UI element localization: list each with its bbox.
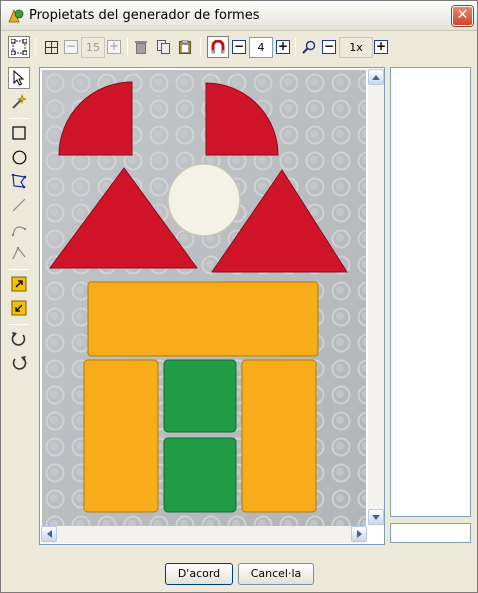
select-nodes-icon[interactable] (8, 36, 30, 58)
tool-separator (9, 269, 29, 270)
zoom-in-button[interactable]: + (374, 36, 388, 58)
tool-separator (9, 324, 29, 325)
toolbar: − 15 + − 4 + − 1x + (1, 32, 477, 62)
grid-decrease-button[interactable]: − (64, 36, 78, 58)
plus-label: + (276, 39, 290, 54)
magnet-value-field[interactable]: 4 (249, 36, 273, 58)
ok-button[interactable]: D'acord (165, 563, 233, 585)
magic-wand-icon[interactable] (8, 91, 30, 113)
scroll-up-icon[interactable] (368, 69, 384, 85)
magnet-decrease-button[interactable]: − (232, 36, 246, 58)
minus-label: − (64, 39, 78, 54)
grid-count-value: 15 (81, 36, 105, 58)
shrink-icon[interactable] (8, 297, 30, 319)
canvas-image (42, 70, 366, 526)
title-bar: Propietats del generador de formes ✕ (1, 1, 477, 31)
toolbar-separator (127, 38, 128, 56)
horizontal-scrollbar[interactable] (41, 526, 367, 543)
dialog-window: Propietats del generador de formes ✕ − 1… (0, 0, 478, 593)
scroll-left-icon[interactable] (41, 526, 57, 542)
enlarge-icon[interactable] (8, 273, 30, 295)
polygon-icon[interactable] (8, 170, 30, 192)
scroll-down-icon[interactable] (368, 509, 384, 525)
grid-increase-button[interactable]: + (107, 36, 121, 58)
zoom-icon[interactable] (300, 36, 318, 58)
grid-icon[interactable] (42, 36, 60, 58)
vertical-scrollbar[interactable] (368, 69, 384, 525)
ellipse-icon[interactable] (8, 146, 30, 168)
shape-canvas[interactable] (39, 67, 385, 545)
window-title: Propietats del generador de formes (29, 8, 260, 23)
close-button[interactable]: ✕ (452, 6, 473, 26)
line-icon[interactable] (8, 194, 30, 216)
minus-label: − (232, 39, 246, 54)
shape-name-field[interactable] (390, 523, 471, 543)
polyline-icon[interactable] (8, 242, 30, 264)
toolbar-separator (35, 38, 36, 56)
toolbar-separator (200, 38, 201, 56)
scroll-right-icon[interactable] (351, 526, 367, 542)
trash-icon[interactable] (133, 36, 149, 58)
minus-label: − (322, 39, 336, 54)
tool-palette (7, 67, 31, 547)
zoom-value-field[interactable]: 1x (339, 36, 373, 58)
zoom-value: 1x (339, 36, 373, 58)
rotate-cw-icon[interactable] (8, 328, 30, 350)
cancel-button[interactable]: Cancel·la (238, 563, 314, 585)
magnet-increase-button[interactable]: + (276, 36, 290, 58)
app-icon (8, 8, 24, 24)
pointer-icon[interactable] (8, 67, 30, 89)
rotate-ccw-icon[interactable] (8, 352, 30, 374)
grid-count-field[interactable]: 15 (81, 36, 105, 58)
copy-icon[interactable] (155, 36, 171, 58)
plus-label: + (107, 39, 121, 54)
magnet-value: 4 (249, 36, 273, 58)
zoom-out-button[interactable]: − (322, 36, 336, 58)
magnet-icon[interactable] (207, 36, 229, 58)
plus-label: + (374, 39, 388, 54)
paste-icon[interactable] (177, 36, 193, 58)
curve-icon[interactable] (8, 218, 30, 240)
shape-list[interactable] (390, 67, 471, 517)
rectangle-icon[interactable] (8, 122, 30, 144)
tool-separator (9, 118, 29, 119)
toolbar-separator (295, 38, 296, 56)
